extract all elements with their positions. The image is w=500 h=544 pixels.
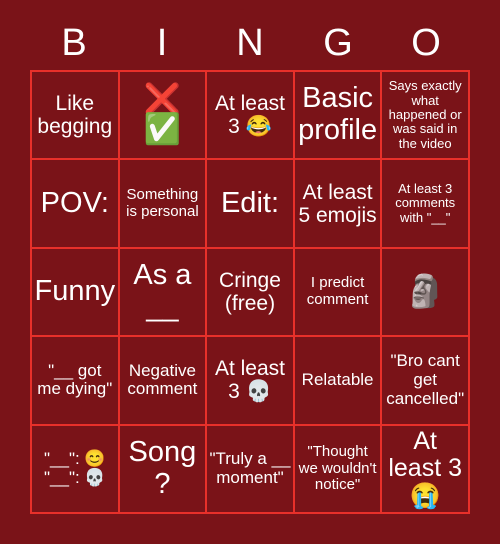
bingo-cell[interactable]: At least 3 comments with "__" — [382, 160, 470, 249]
bingo-cell-label: "__": 😊 "__": 💀 — [44, 449, 106, 487]
header-letter-b: B — [61, 22, 87, 64]
bingo-cell[interactable]: At least 3 😭 — [382, 425, 470, 514]
header-letter-i: I — [156, 22, 168, 64]
bingo-cell-label: As a __ — [133, 259, 200, 323]
bingo-cell-label: Like begging — [37, 92, 113, 139]
bingo-cell-label: Funny — [34, 275, 116, 308]
bingo-cell-label: Basic profile — [298, 82, 382, 147]
bingo-cell-label: At least 5 emojis — [298, 180, 379, 227]
bingo-cell-label: Negative comment — [127, 360, 201, 399]
bingo-cell-label: POV: — [40, 186, 109, 219]
bingo-cell[interactable]: Relatable — [294, 337, 383, 426]
bingo-cell-label: At least 3 😂 — [214, 92, 291, 139]
bingo-cell[interactable]: Like begging — [32, 72, 120, 161]
bingo-cell-label: "Bro cant get cancelled" — [386, 351, 465, 408]
bingo-header: B I N G O — [30, 18, 470, 68]
bingo-cell-label: "__ got me dying" — [37, 360, 113, 399]
bingo-cell[interactable]: Negative comment — [119, 337, 208, 426]
bingo-cell[interactable]: ❌ ✅ — [119, 72, 208, 161]
bingo-grid: Like begging ❌ ✅ At least 3 😂 Basic profile… — [30, 70, 470, 514]
bingo-cell[interactable]: Something is personal — [119, 160, 208, 249]
bingo-card: B I N G O Like begging ❌ ✅ At least 3 😂 Bas… — [0, 0, 500, 544]
bingo-cell[interactable]: Song? — [119, 425, 208, 514]
bingo-cell-label: 🗿 — [405, 273, 446, 310]
header-letter-n: N — [236, 22, 264, 64]
bingo-cell-label: Something is personal — [126, 186, 203, 220]
bingo-cell-label: At least 3 😭 — [388, 426, 469, 510]
bingo-cell[interactable]: As a __ — [119, 248, 208, 338]
bingo-cell[interactable]: Funny — [32, 248, 120, 338]
bingo-cell[interactable]: Basic profile — [294, 72, 383, 161]
bingo-cell-label: Relatable — [301, 370, 374, 390]
bingo-cell-label: Edit: — [220, 186, 279, 219]
bingo-cell[interactable]: "__": 😊 "__": 💀 — [32, 425, 120, 514]
bingo-cell[interactable]: "Truly a __ moment" — [207, 425, 295, 514]
bingo-cell-label: Cringe (free) — [219, 268, 287, 315]
bingo-cell-label: "Truly a __ moment" — [209, 449, 295, 487]
bingo-cell[interactable]: "Thought we wouldn't notice" — [294, 425, 383, 514]
bingo-cell[interactable]: 🗿 — [382, 248, 470, 338]
bingo-cell[interactable]: Cringe (free) — [207, 248, 295, 338]
bingo-cell[interactable]: POV: — [32, 160, 120, 249]
bingo-cell-label: Says exactly what happened or was said i… — [388, 78, 466, 151]
bingo-cell[interactable]: "Bro cant get cancelled" — [382, 337, 470, 426]
bingo-cell-label: Song? — [128, 435, 197, 500]
bingo-cell-label: At least 3 💀 — [214, 357, 291, 404]
bingo-cell[interactable]: I predict comment — [294, 248, 383, 338]
header-letter-o: O — [411, 22, 441, 64]
bingo-cell[interactable]: At least 5 emojis — [294, 160, 383, 249]
bingo-cell[interactable]: At least 3 💀 — [207, 337, 295, 426]
bingo-cell[interactable]: "__ got me dying" — [32, 337, 120, 426]
bingo-cell[interactable]: Edit: — [207, 160, 295, 249]
bingo-cell[interactable]: At least 3 😂 — [207, 72, 295, 161]
header-letter-g: G — [323, 22, 353, 64]
bingo-cell-label: ❌ ✅ — [143, 83, 182, 147]
bingo-cell-label: "Thought we wouldn't notice" — [298, 443, 381, 494]
bingo-cell-label: At least 3 comments with "__" — [395, 181, 459, 225]
bingo-cell-label: I predict comment — [306, 274, 369, 308]
bingo-cell[interactable]: Says exactly what happened or was said i… — [382, 72, 470, 161]
